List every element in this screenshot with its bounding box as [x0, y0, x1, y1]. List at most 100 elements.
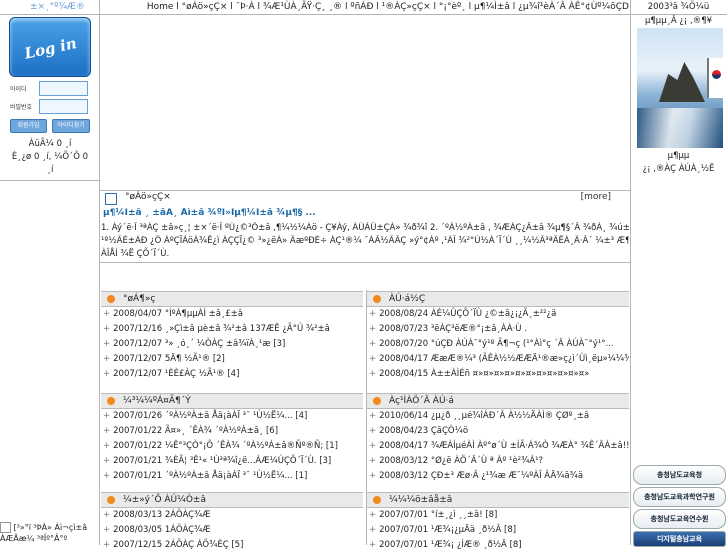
list-item[interactable]: +2007/01/21 ´ºÀ½ºÀ±â Åä¡àÀÏ ³¯ ¹Ù½Ë¼... … [101, 469, 363, 484]
list-item[interactable]: +2007/12/15 2ÁÖÀÇ ÁÖ¾ÈÇ [5] [101, 538, 363, 553]
login-button-label: Log in [22, 34, 79, 63]
bullet-dot-icon [107, 295, 115, 303]
list-item[interactable]: +2007/01/21 ¾ÈÃ¦ ³Ê¹« ¹Ù³ª¾î¿ë...ÁÆ¼ÚÇÕ´… [101, 454, 363, 469]
bullet-icon: + [369, 426, 377, 436]
item-date: 2007/07/01 [379, 540, 429, 550]
item-date: 2007/12/16 [113, 324, 163, 334]
list-item[interactable]: +2007/01/26 ´ºÀ½ºÀ±â Åä¡àÀÏ ³¯ ¹Ù½Ë¼... … [101, 409, 363, 424]
bullet-icon: + [103, 471, 111, 481]
item-date: 2007/07/01 [379, 510, 429, 520]
bullet-icon: + [103, 510, 111, 520]
list-item[interactable]: +2008/03/12 °Ø¿ë ÀÖ´Â´Ù ª Àº ¹è²¾Á¹? [367, 454, 629, 469]
bullet-dot-icon [107, 397, 115, 405]
notice-more-link[interactable]: [more] [581, 192, 611, 202]
notice-title[interactable]: µ¶¼Ì±â ¸ ±âÃ¸ Åì±â ¾ºÌ»Ìµ¶¼Ì±â ¾µ¶§ ... [103, 208, 623, 218]
notice-header: °øÁö»çÇ× [more] [101, 191, 629, 205]
board-6: ¼¼¼ö±âå±â +2007/07/01 °í±¸¿ì ¸¸±â! [8] +… [367, 492, 629, 553]
item-date: 2008/07/20 [379, 339, 429, 349]
password-label: 비밀번호 [10, 104, 33, 111]
item-title: 1ÁÖÀÇ¾Æ [164, 525, 211, 535]
bullet-icon: + [369, 525, 377, 535]
item-date: 2008/03/05 [113, 525, 163, 535]
list-item[interactable]: +2010/06/14 ¿µ¿ð ¸¸µé¾îÀÐ´Â À½½ÄÀÌ® ÇØº¸… [367, 409, 629, 424]
board-2-header[interactable]: ÀÚ·á½Ç [367, 291, 629, 307]
item-date: 2008/04/07 [113, 309, 163, 319]
top-navigation[interactable]: Home l °øÁö»çÇ× l ¯Þ·À l ¾Æ¹ÙÀ¸ÃŸ·Ç¸ ¸® … [101, 0, 629, 14]
item-title: ¹Æ¾¡ ¿ÍÆ® ¸ð½Â [8] [430, 540, 522, 550]
bullet-icon: + [103, 456, 111, 466]
list-item[interactable]: +2007/12/07 ¹ÈÈ£ÀÇ ½Ã¹® [4] [101, 367, 363, 382]
bullet-icon: + [369, 324, 377, 334]
item-title: 2ÁÖÀÇ¾Æ [164, 510, 211, 520]
board-4-header[interactable]: Àç¹ÌÀÖ´Â ÀÚ·á [367, 393, 629, 409]
dokdo-photo [637, 28, 723, 148]
list-item[interactable]: +2008/04/17 ÆæÆ®¼³ (ÃÊÀ½½ÆÆÄ¹®æ»ç¿ì´Ùì¸ë… [367, 352, 629, 367]
bullet-dot-icon [373, 496, 381, 504]
bottom-left-line1[interactable]: [³»°ï ³ÞÀ» Àì¬çì±â [0, 522, 98, 533]
id-input[interactable] [39, 81, 88, 96]
board-3-header[interactable]: ¼³¼¼ºÁ¤Ã¶´Ý [101, 393, 363, 409]
bullet-icon: + [103, 540, 111, 550]
password-input[interactable] [39, 99, 88, 114]
list-item[interactable]: +2008/04/17 ¾ÆÀÌµéÀÌ Àº°ø´Ù ±ÍÃ·Á¾Ò ¾ÆÀ°… [367, 439, 629, 454]
bottom-left-menu: [³»°ï ³ÞÀ» Àì¬çì±â ÀÆÃæ¼­ ³ªÎº°Â°º [0, 522, 98, 544]
list-item[interactable]: +2008/04/07 °ÍºÀ¶µµÀÌ ±â¸£±â [101, 307, 363, 322]
bullet-icon: + [369, 540, 377, 550]
board-6-header[interactable]: ¼¼¼ö±âå±â [367, 492, 629, 508]
item-title: ´ºÀ½ºÀ±â Åä¡àÀÏ ³¯ ¹Ù½Ë¼... [4] [164, 411, 308, 421]
find-id-button[interactable]: 아이디찾기 [52, 119, 90, 133]
item-date: 2008/04/23 [379, 426, 429, 436]
list-item[interactable]: +2007/07/01 ¹Æ¾¡ ¿ÍÆ® ¸ð½Â [8] [367, 538, 629, 553]
bullet-icon: + [103, 369, 111, 379]
bullet-icon: + [103, 309, 111, 319]
notice-body-line2: ¹º½ÃÈ±ÀÐ ¿Ö ÀºÇÏÁöÀ¾Ê¿ì ÀÇÇÏ¿© ³»¿ëÀ» Ãæ… [101, 236, 629, 246]
list-item[interactable]: +2007/12/07 ³» ¸ó¸´ ¼ÒÀÇ ±â¾ïÀ¸¹æ [3] [101, 337, 363, 352]
item-title: °Ø¿ë ÀÖ´Â´Ù ª Àº ¹è²¾Á¹? [430, 456, 544, 466]
item-title: ÆæÆ®¼³ (ÃÊÀ½½ÆÆÄ¹®æ»ç¿ì´Ùì¸ëµ»¼¼¾ÃÃ·±â) [430, 354, 629, 364]
list-item[interactable]: +2008/03/13 2ÁÖÀÇ¾Æ [101, 508, 363, 523]
flag-icon [707, 58, 723, 98]
item-date: 2008/03/12 [379, 471, 429, 481]
board-1-header[interactable]: °øÁ¶»ç [101, 291, 363, 307]
site-logo[interactable]: ±×¸°º¾Æ® [0, 0, 98, 14]
list-item[interactable]: +2008/03/12 ÇÐ±³ Æø·Â ¿¹¾æ Æ¯¼ºÀÎ ÂÄ¾ä¾ä [367, 469, 629, 484]
item-title: ³» ¸ó¸´ ¼ÒÀÇ ±â¾ïÀ¸¹æ [3] [164, 339, 286, 349]
list-item[interactable]: +2007/12/07 5Ä¶ ½Ã¹® [2] [101, 352, 363, 367]
list-item[interactable]: +2008/04/23 ÇãÇÒ¼ö [367, 424, 629, 439]
item-title: À±±ÀÌÉñ ¤»¤»¤»¤»¤»¤»¤»¤»¤»¤»¤» [430, 369, 590, 379]
banner-education-office[interactable]: 충청남도교육청 [633, 465, 726, 485]
item-title: ¼Ê°³ÇÒ°¡Ô ´ÊÀ¾ ´ºÀ½ºÀ±â®Ñº®Ñ; [1] [164, 441, 338, 451]
item-title: ÀÉ¼ÛÇÕ´ÏÙ ¿©±â¿¡¿Ã¸±²²¿ä [430, 309, 557, 319]
list-item[interactable]: +2007/01/22 ¼Ê°³ÇÒ°¡Ô ´ÊÀ¾ ´ºÀ½ºÀ±â®Ñº®Ñ… [101, 439, 363, 454]
list-item[interactable]: +2007/07/01 ¹Æ¾¡¿µÄä ¸ð½Â [8] [367, 523, 629, 538]
item-title: Ã¤»¸ ´ÊÀ¾ ´ºÀ½ºÀ±â¸ [6] [164, 426, 279, 436]
item-date: 2008/04/17 [379, 354, 429, 364]
banner-training-institute[interactable]: 충청남도교육연수원 [633, 509, 726, 529]
list-item[interactable]: +2007/07/01 °í±¸¿ì ¸¸±â! [8] [367, 508, 629, 523]
board-5-header[interactable]: ¼±»ý´Ô ÀÚ¼Ò±â [101, 492, 363, 508]
list-item[interactable]: +2007/01/22 Ã¤»¸ ´ÊÀ¾ ´ºÀ½ºÀ±â¸ [6] [101, 424, 363, 439]
list-item[interactable]: +2007/12/16 ¸»Çì±â µè±â ¾²±â 137ÆÊ ¿Ã°Ú … [101, 322, 363, 337]
list-item[interactable]: +2008/04/15 À±±ÀÌÉñ ¤»¤»¤»¤»¤»¤»¤»¤»¤»¤»… [367, 367, 629, 382]
join-button[interactable]: 회원가입 [10, 119, 47, 133]
item-title: ¾ÈÃ¦ ³Ê¹« ¹Ù³ª¾î¿ë...ÁÆ¼ÚÇÕ´Ï´Ù. [3] [164, 456, 332, 466]
bullet-icon: + [369, 354, 377, 364]
list-item[interactable]: +2008/08/24 ÀÉ¼ÛÇÕ´ÏÙ ¿©±â¿¡¿Ã¸±²²¿ä [367, 307, 629, 322]
list-item[interactable]: +2008/03/05 1ÁÖÀÇ¾Æ [101, 523, 363, 538]
login-button[interactable]: Log in [9, 17, 91, 77]
list-item[interactable]: +2008/07/23 ³ëÀÇ³ëÆ®°¡±â¸ÀÀ·Ù . [367, 322, 629, 337]
photo-caption: µ¶µµ ¿¡ ,®ÀÇ ÀÚÀ¸½Ê [630, 150, 727, 176]
item-date: 2008/07/23 [379, 324, 429, 334]
notice-body: 1. Àý´ë·Î ³ªÀÇ ±â»ç¸¦ ±×´ë·Î ºÙ¿©³Ö±â ,¶… [101, 222, 629, 261]
item-title: 5Ä¶ ½Ã¹® [2] [164, 354, 225, 364]
board-6-title: ¼¼¼ö±âå±â [389, 495, 453, 505]
banner-science-institute[interactable]: 충청남도교육과학연구원 [633, 487, 726, 507]
list-item[interactable]: +2008/07/20 °úÇÐ ÀÚÀ¯°ý¹º Ã¶¬ç (¹°Àì°ç ´… [367, 337, 629, 352]
item-title: °í±¸¿ì ¸¸±â! [8] [430, 510, 498, 520]
bullet-icon: + [103, 441, 111, 451]
item-date: 2010/06/14 [379, 411, 429, 421]
board-4-title: Àç¹ÌÀÖ´Â ÀÚ·á [389, 396, 454, 406]
bottom-left-line2[interactable]: ÀÆÃæ¼­ ³ªÎº°Â°º [0, 533, 98, 544]
item-date: 2007/01/21 [113, 456, 163, 466]
board-4: Àç¹ÌÀÖ´Â ÀÚ·á +2010/06/14 ¿µ¿ð ¸¸µé¾îÀÐ´… [367, 393, 629, 484]
